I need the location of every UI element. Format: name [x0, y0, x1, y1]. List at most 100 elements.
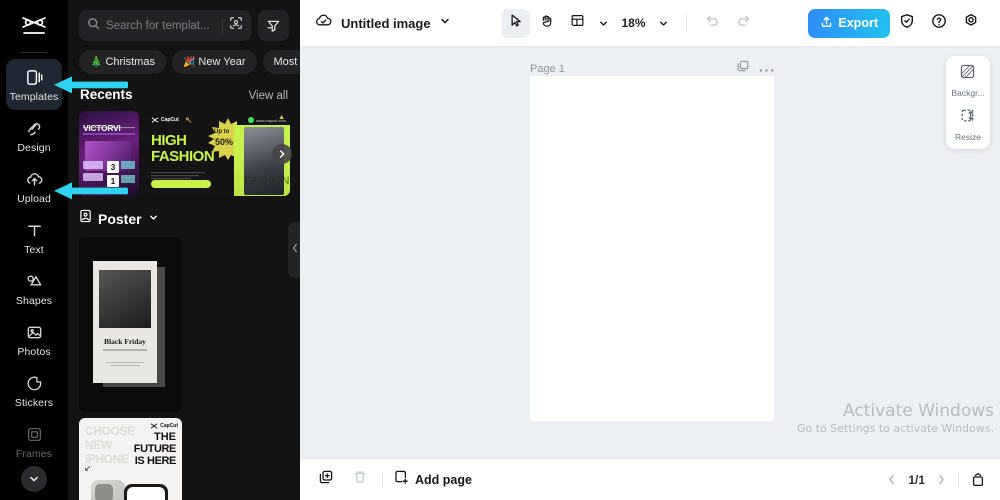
capcut-editor-window: Templates Design Upload Text Shapes Phot…	[0, 0, 1000, 500]
thumb-badge-b: 1	[107, 175, 119, 187]
poster-card-iphone-future[interactable]: CHOOSE NEW IPHONE CapCut THE FUTURE IS H…	[79, 418, 182, 500]
resize-tool-label: Resize	[955, 132, 981, 142]
left-rail: Templates Design Upload Text Shapes Phot…	[0, 0, 68, 500]
bottom-divider	[958, 471, 959, 488]
party-popper-icon: 🎉	[182, 56, 196, 68]
chevron-right-icon[interactable]	[272, 143, 292, 164]
view-all-link[interactable]: View all	[249, 90, 288, 102]
background-tool-button[interactable]: Backgr...	[951, 63, 985, 98]
add-page-button[interactable]: Add page	[393, 469, 472, 490]
question-circle-icon	[931, 13, 947, 34]
sidebar-item-photos[interactable]: Photos	[6, 314, 62, 365]
background-icon	[959, 63, 976, 85]
text-icon	[25, 220, 44, 241]
sidebar-item-shapes[interactable]: Shapes	[6, 263, 62, 314]
chip-label: Most	[273, 56, 298, 68]
thumb-line1: HIGH	[151, 132, 187, 149]
shield-check-icon	[899, 13, 915, 34]
poster-icon	[79, 209, 92, 228]
duplicate-page-button[interactable]	[314, 468, 338, 492]
card-t1: THE	[154, 431, 176, 443]
delete-page-button[interactable]	[348, 468, 372, 492]
cloud-sync-icon[interactable]	[314, 12, 333, 34]
chevron-down-icon[interactable]	[21, 466, 47, 492]
search-placeholder-text: Search for templat...	[106, 19, 210, 32]
shapes-icon	[25, 271, 44, 292]
poster-section-header[interactable]: Poster	[79, 209, 289, 228]
search-input[interactable]: Search for templat...	[79, 10, 251, 41]
recent-thumb-high-fashion[interactable]: CapCut HIGH FASHION Up to 50% www.capcut…	[145, 111, 290, 196]
chevron-down-icon[interactable]	[148, 210, 159, 228]
frames-icon	[25, 424, 44, 445]
chip-label: Christmas	[105, 56, 155, 68]
chip-christmas[interactable]: 🎄 Christmas	[79, 50, 166, 74]
sidebar-item-text[interactable]: Text	[6, 212, 62, 263]
shield-button[interactable]	[893, 9, 922, 38]
sidebar-item-label: Frames	[15, 447, 53, 460]
help-button[interactable]	[925, 9, 954, 38]
chevron-left-icon[interactable]	[886, 473, 897, 486]
sidebar-item-label: Templates	[9, 90, 59, 103]
resize-tool-button[interactable]: Resize	[955, 107, 981, 142]
sidebar-item-stickers[interactable]: Stickers	[6, 365, 62, 416]
panel-content: Search for templat... 🎄 Christmas 🎉 New …	[68, 0, 300, 500]
document-title[interactable]: Untitled image	[341, 16, 431, 31]
undo-button[interactable]	[698, 9, 727, 38]
watermark-title: Activate Windows	[843, 401, 994, 421]
thumb-badge-bottom: 50%	[215, 137, 234, 147]
chevron-down-icon[interactable]	[648, 18, 675, 29]
chevron-down-icon[interactable]	[594, 18, 613, 29]
page-indicator: 1/1	[908, 472, 925, 487]
image-search-icon[interactable]	[229, 16, 243, 35]
card-t3: IS HERE	[134, 455, 177, 467]
gear-icon	[963, 13, 979, 34]
templates-panel: Search for templat... 🎄 Christmas 🎉 New …	[68, 0, 300, 500]
chevron-right-icon[interactable]	[936, 473, 947, 486]
add-page-label: Add page	[415, 472, 472, 487]
export-label: Export	[838, 16, 878, 30]
redo-button[interactable]	[729, 9, 758, 38]
filter-icon[interactable]	[258, 10, 289, 41]
right-tool-panel: Backgr... Resize	[946, 56, 990, 149]
search-divider	[222, 18, 223, 33]
select-tool-button[interactable]	[501, 8, 531, 38]
photos-icon	[25, 322, 44, 343]
card-brand: CapCut	[160, 423, 178, 429]
bottom-divider	[382, 471, 383, 488]
top-toolbar: Untitled image 18% Export	[300, 0, 1000, 47]
rail-item-list: Templates Design Upload Text Shapes Phot…	[0, 59, 68, 467]
trash-icon	[352, 469, 368, 490]
page-canvas-sheet[interactable]	[530, 76, 774, 421]
chip-new-year[interactable]: 🎉 New Year	[171, 50, 257, 74]
redo-icon	[736, 13, 751, 33]
toolbar-right-group: Export	[808, 8, 986, 38]
chip-most[interactable]: Most	[262, 50, 300, 74]
duplicate-icon	[318, 469, 334, 490]
thumb-brand: CapCut	[161, 117, 179, 123]
sidebar-item-design[interactable]: Design	[6, 110, 62, 161]
sidebar-item-frames[interactable]: Frames	[6, 416, 62, 467]
templates-icon	[25, 67, 44, 88]
sidebar-item-templates[interactable]: Templates	[6, 59, 62, 110]
hand-tool-button[interactable]	[532, 9, 561, 38]
capcut-logo-icon[interactable]	[0, 4, 68, 48]
layout-tool-button[interactable]	[563, 9, 592, 38]
card-t2: FUTURE	[133, 443, 177, 455]
main-area: Untitled image 18% Export Page 1 Backgr.…	[300, 0, 1000, 500]
canvas-area[interactable]: Page 1 Backgr... Resize Activate Windows…	[300, 47, 1000, 458]
poster-card-black-friday[interactable]: Black Friday	[79, 237, 182, 412]
chevron-down-icon[interactable]	[439, 14, 451, 32]
resize-icon	[959, 107, 976, 129]
sidebar-item-label: Photos	[17, 345, 51, 358]
recent-thumb-victory[interactable]: VICTORVI 3 1	[79, 111, 139, 196]
export-button[interactable]: Export	[808, 8, 890, 38]
sidebar-item-upload[interactable]: Upload	[6, 161, 62, 212]
upload-cloud-icon	[25, 169, 44, 190]
rail-divider	[21, 52, 47, 53]
pages-grid-icon[interactable]	[970, 472, 986, 488]
recents-carousel: VICTORVI 3 1 CapCut HIGH FASHION Up to 5…	[79, 111, 292, 196]
more-horizontal-icon[interactable]	[759, 60, 774, 78]
panel-collapse-handle[interactable]	[288, 222, 300, 278]
thumb-badge-a: 3	[107, 161, 119, 173]
settings-button[interactable]	[957, 9, 986, 38]
